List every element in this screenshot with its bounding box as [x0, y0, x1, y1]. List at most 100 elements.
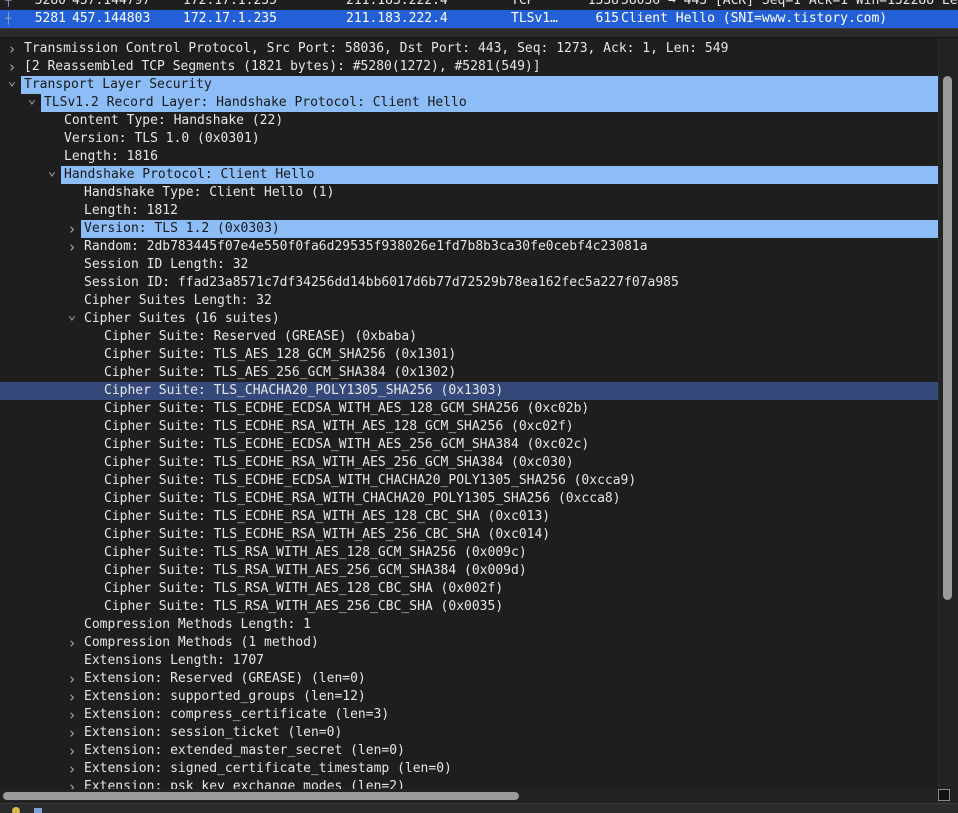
packet-cell-dst: 211.183.222.4 [346, 11, 448, 26]
chevron-right-icon[interactable]: › [65, 238, 79, 256]
tree-row[interactable]: Version: TLS 1.0 (0x0301) [0, 130, 938, 148]
chevron-right-icon[interactable]: › [65, 688, 79, 706]
chevron-right-icon[interactable]: › [65, 706, 79, 724]
chevron-right-icon[interactable]: › [65, 220, 79, 238]
tree-row[interactable]: Extensions Length: 1707 [0, 652, 938, 670]
tree-row[interactable]: Cipher Suite: TLS_ECDHE_ECDSA_WITH_CHACH… [0, 472, 938, 490]
chevron-right-icon[interactable]: › [5, 40, 19, 58]
tree-row[interactable]: › Version: TLS 1.2 (0x0303) [0, 220, 938, 238]
tree-row-label: Extensions Length: 1707 [84, 653, 265, 668]
chevron-right-icon[interactable]: › [65, 670, 79, 688]
pane-divider[interactable] [0, 28, 958, 38]
packet-cell-time: 457.144797 [72, 0, 151, 8]
tree-row-label: Cipher Suite: TLS_RSA_WITH_AES_256_GCM_S… [104, 563, 527, 578]
tree-row[interactable]: Cipher Suites Length: 32 [0, 292, 938, 310]
tree-row[interactable]: › [2 Reassembled TCP Segments (1821 bytes… [0, 58, 938, 76]
chevron-down-icon[interactable]: ⌄ [45, 162, 59, 180]
tree-row[interactable]: ⌄ Cipher Suites (16 suites) [0, 307, 938, 328]
tree-row[interactable]: Cipher Suite: TLS_AES_256_GCM_SHA384 (0x… [0, 364, 938, 382]
packet-row[interactable]: ┼ 5280 457.144797 172.17.1.235 211.183.222.4… [0, 0, 958, 10]
tree-row[interactable]: Cipher Suite: TLS_ECDHE_RSA_WITH_AES_256… [0, 454, 938, 472]
tree-row[interactable]: Cipher Suite: TLS_ECDHE_RSA_WITH_AES_128… [0, 508, 938, 526]
tree-row[interactable]: Cipher Suite: TLS_RSA_WITH_AES_128_CBC_S… [0, 580, 938, 598]
tree-row[interactable]: Cipher Suite: TLS_RSA_WITH_AES_256_GCM_S… [0, 562, 938, 580]
tree-row-label: Content Type: Handshake (22) [64, 113, 284, 128]
tree-row-label: Extension: signed_certificate_timestamp … [84, 761, 452, 776]
tree-row-label: Cipher Suite: TLS_ECDHE_RSA_WITH_AES_256… [104, 455, 574, 470]
tree-row[interactable]: › Compression Methods (1 method) [0, 634, 938, 652]
tree-row-label: Length: 1812 [84, 203, 178, 218]
tree-row[interactable]: › Extension: signed_certificate_timestamp… [0, 760, 938, 778]
packet-cell-info: 58036 → 443 [ACK] Seq=1 Ack=1 Win=132288… [621, 0, 958, 8]
tree-row[interactable]: Handshake Type: Client Hello (1) [0, 184, 938, 202]
tree-row-label: Cipher Suite: TLS_ECDHE_RSA_WITH_CHACHA2… [104, 491, 621, 506]
packet-cell-no: 5280 [34, 0, 66, 8]
tree-row-label: Handshake Type: Client Hello (1) [84, 185, 335, 200]
status-strip [0, 803, 958, 813]
tree-row[interactable]: › Extension: compress_certificate (len=3) [0, 706, 938, 724]
tree-row[interactable]: ⌄ Transport Layer Security [0, 73, 938, 94]
tree-row[interactable]: Session ID: ffad23a8571c7df34256dd14bb60… [0, 274, 938, 292]
tree-row[interactable]: Compression Methods Length: 1 [0, 616, 938, 634]
tree-row[interactable]: Cipher Suite: TLS_CHACHA20_POLY1305_SHA2… [0, 382, 938, 400]
chevron-down-icon[interactable]: ⌄ [25, 90, 39, 108]
vertical-scrollbar[interactable] [938, 38, 958, 803]
tree-row[interactable]: Cipher Suite: TLS_ECDHE_ECDSA_WITH_AES_2… [0, 436, 938, 454]
tree-row-label: Random: 2db783445f07e4e550f0fa6d29535f93… [84, 239, 648, 254]
tree-row-label: Length: 1816 [64, 149, 158, 164]
tree-row-label: Session ID: ffad23a8571c7df34256dd14bb60… [84, 275, 679, 290]
tree-row-label: Extension: session_ticket (len=0) [84, 725, 343, 740]
packet-details-pane: › Transmission Control Protocol, Src Port… [0, 38, 958, 803]
tree-row-label: Version: TLS 1.0 (0x0301) [64, 131, 260, 146]
tree-row[interactable]: Session ID Length: 32 [0, 256, 938, 274]
tree-row[interactable]: › Extension: supported_groups (len=12) [0, 688, 938, 706]
tree-row-label: Transmission Control Protocol, Src Port:… [24, 41, 729, 56]
tree-row[interactable]: › Extension: extended_master_secret (len=… [0, 742, 938, 760]
tree-row-label: Compression Methods Length: 1 [84, 617, 311, 632]
tree-row[interactable]: Cipher Suite: TLS_ECDHE_RSA_WITH_AES_128… [0, 418, 938, 436]
packet-cell-len: 615 [595, 11, 619, 26]
tree-row-label: Cipher Suite: TLS_CHACHA20_POLY1305_SHA2… [104, 383, 504, 398]
chevron-right-icon[interactable]: › [65, 634, 79, 652]
tree-row[interactable]: › Extension: Reserved (GREASE) (len=0) [0, 670, 938, 688]
packet-row[interactable]: ┼ 5281 457.144803 172.17.1.235 211.183.222.4… [0, 10, 958, 28]
chevron-down-icon[interactable]: ⌄ [65, 306, 79, 324]
tree-row[interactable]: › Transmission Control Protocol, Src Port… [0, 40, 938, 58]
tree-row[interactable]: Content Type: Handshake (22) [0, 112, 938, 130]
tree-row-label: Cipher Suite: TLS_RSA_WITH_AES_256_CBC_S… [104, 599, 504, 614]
chevron-right-icon[interactable]: › [65, 760, 79, 778]
tree-row-label: Cipher Suite: TLS_ECDHE_ECDSA_WITH_AES_2… [104, 437, 590, 452]
packet-cell-dst: 211.183.222.4 [346, 0, 448, 8]
packet-cell-len: 1338 [587, 0, 619, 8]
tree-row[interactable]: Cipher Suite: TLS_AES_128_GCM_SHA256 (0x… [0, 346, 938, 364]
horizontal-scrollbar-thumb[interactable] [3, 792, 519, 800]
tree-row-label: Transport Layer Security [21, 76, 938, 94]
tree-row[interactable]: ⌄ Handshake Protocol: Client Hello [0, 163, 938, 184]
chevron-down-icon[interactable]: ⌄ [5, 72, 19, 90]
tree-row[interactable]: Cipher Suite: TLS_ECDHE_RSA_WITH_CHACHA2… [0, 490, 938, 508]
tree-row-label: Cipher Suite: TLS_ECDHE_RSA_WITH_AES_256… [104, 527, 551, 542]
tree-row[interactable]: Cipher Suite: TLS_RSA_WITH_AES_128_GCM_S… [0, 544, 938, 562]
tree-row[interactable]: Length: 1812 [0, 202, 938, 220]
tree-row-label: Cipher Suite: TLS_ECDHE_ECDSA_WITH_AES_1… [104, 401, 590, 416]
chevron-right-icon[interactable]: › [65, 742, 79, 760]
tree-row[interactable]: Cipher Suite: TLS_ECDHE_RSA_WITH_AES_256… [0, 526, 938, 544]
packet-details-tree: › Transmission Control Protocol, Src Port… [0, 40, 938, 796]
tree-row[interactable]: › Extension: session_ticket (len=0) [0, 724, 938, 742]
tree-row[interactable]: Cipher Suite: TLS_ECDHE_ECDSA_WITH_AES_1… [0, 400, 938, 418]
tree-row-label: Extension: Reserved (GREASE) (len=0) [84, 671, 366, 686]
chevron-right-icon[interactable]: › [65, 724, 79, 742]
tree-row[interactable]: Cipher Suite: TLS_RSA_WITH_AES_256_CBC_S… [0, 598, 938, 616]
vertical-scrollbar-thumb[interactable] [943, 76, 952, 600]
tree-row-label: Cipher Suite: TLS_AES_256_GCM_SHA384 (0x… [104, 365, 457, 380]
tree-row-label: Extension: supported_groups (len=12) [84, 689, 366, 704]
tree-row-label: Compression Methods (1 method) [84, 635, 319, 650]
horizontal-scrollbar[interactable] [0, 789, 938, 803]
tree-row[interactable]: Cipher Suite: Reserved (GREASE) (0xbaba) [0, 328, 938, 346]
tree-row-label: Cipher Suite: TLS_ECDHE_ECDSA_WITH_CHACH… [104, 473, 637, 488]
tree-row[interactable]: ⌄ TLSv1.2 Record Layer: Handshake Protoco… [0, 91, 938, 112]
tree-row-label: Extension: extended_master_secret (len=0… [84, 743, 405, 758]
tree-row-label: Cipher Suite: TLS_RSA_WITH_AES_128_CBC_S… [104, 581, 504, 596]
tree-row[interactable]: › Random: 2db783445f07e4e550f0fa6d29535f9… [0, 238, 938, 256]
tree-row[interactable]: Length: 1816 [0, 148, 938, 166]
